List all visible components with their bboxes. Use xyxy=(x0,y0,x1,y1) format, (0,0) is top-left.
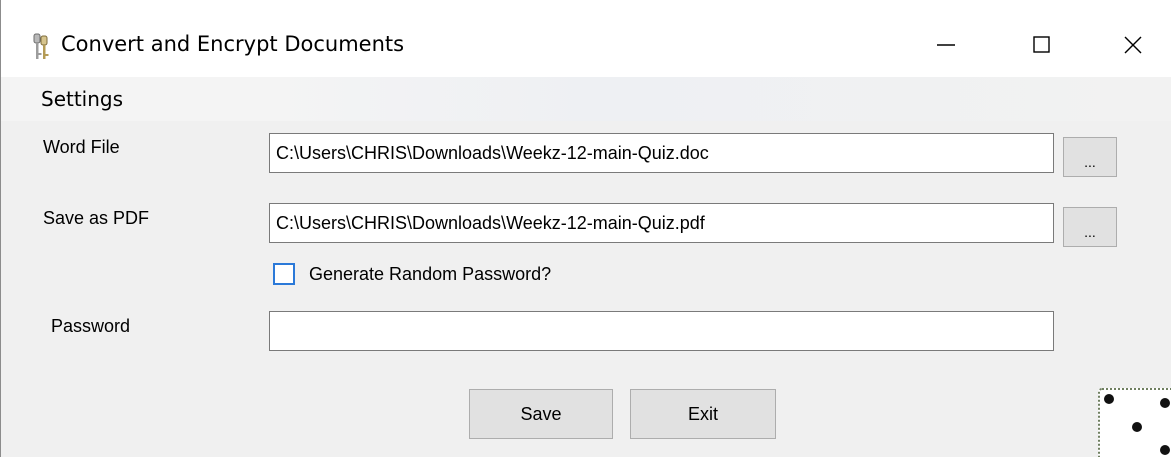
menu-settings[interactable]: Settings xyxy=(39,87,125,111)
app-window: Convert and Encrypt Documents Settings W… xyxy=(0,0,1171,457)
exit-button[interactable]: Exit xyxy=(630,389,776,439)
save-pdf-input[interactable]: C:\Users\CHRIS\Downloads\Weekz-12-main-Q… xyxy=(269,203,1054,243)
save-button[interactable]: Save xyxy=(469,389,613,439)
minimize-icon xyxy=(937,44,955,46)
password-label: Password xyxy=(51,316,131,336)
title-bar[interactable]: Convert and Encrypt Documents xyxy=(1,0,1171,77)
random-password-checkbox[interactable] xyxy=(273,263,295,285)
dice-icon xyxy=(1098,388,1171,457)
maximize-icon xyxy=(1033,36,1050,53)
keys-icon xyxy=(31,33,51,61)
save-pdf-label: Save as PDF xyxy=(43,208,150,228)
password-input[interactable] xyxy=(269,311,1054,351)
menu-bar: Settings xyxy=(1,77,1171,121)
save-pdf-browse-button[interactable]: ... xyxy=(1063,207,1117,247)
word-file-input[interactable]: C:\Users\CHRIS\Downloads\Weekz-12-main-Q… xyxy=(269,133,1054,173)
random-password-option[interactable]: Generate Random Password? xyxy=(273,261,551,287)
minimize-button[interactable] xyxy=(916,20,976,70)
word-file-browse-button[interactable]: ... xyxy=(1063,137,1117,177)
random-password-label: Generate Random Password? xyxy=(309,263,552,284)
word-file-label: Word File xyxy=(43,137,120,157)
close-icon xyxy=(1124,36,1142,54)
close-button[interactable] xyxy=(1103,20,1163,70)
window-title: Convert and Encrypt Documents xyxy=(61,32,405,56)
maximize-button[interactable] xyxy=(1012,20,1072,70)
